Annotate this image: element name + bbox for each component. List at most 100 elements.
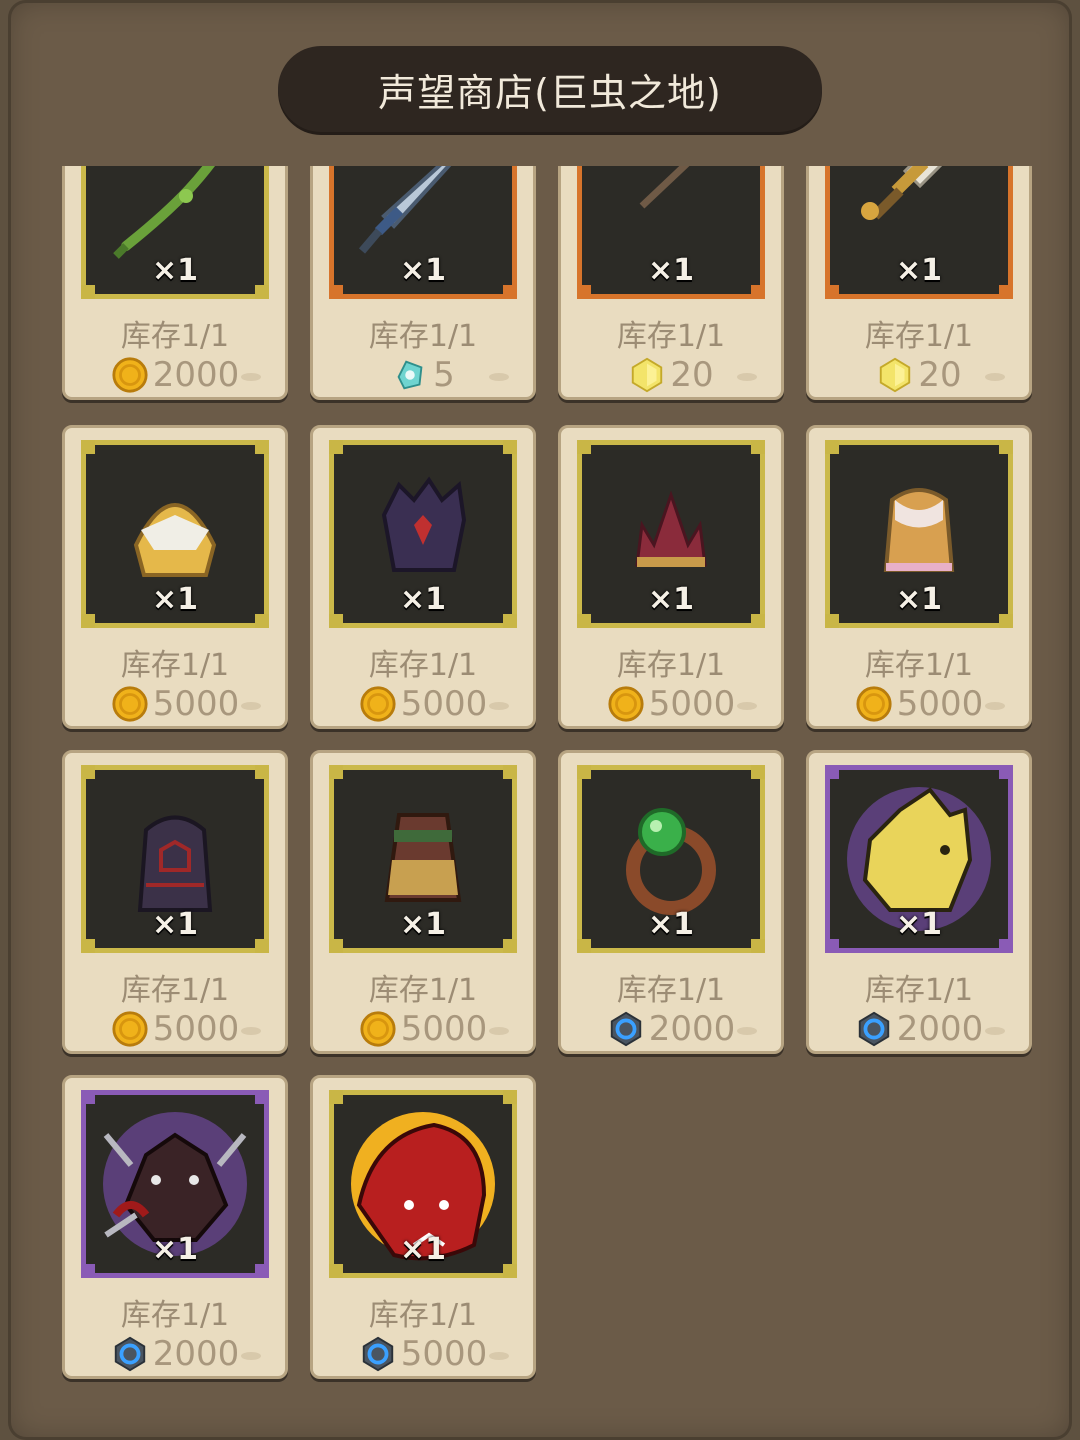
item-stock: 库存1/1 xyxy=(120,648,230,683)
card-decoration xyxy=(985,702,1005,710)
item-slot: ×1 xyxy=(577,440,765,628)
crystal-shard-icon xyxy=(391,356,429,394)
gold-coin-icon xyxy=(111,685,149,723)
shop-item-card[interactable]: ×1 库存1/1 5 xyxy=(310,166,536,400)
price-value: 2000 xyxy=(648,1009,736,1049)
item-stock: 库存1/1 xyxy=(864,319,974,354)
item-quantity: ×1 xyxy=(895,907,942,942)
price-value: 5000 xyxy=(400,1009,488,1049)
item-stock: 库存1/1 xyxy=(368,648,478,683)
price-value: 5000 xyxy=(152,684,240,724)
card-decoration xyxy=(241,1027,261,1035)
blue-rune-icon xyxy=(855,1010,893,1048)
item-stock: 库存1/1 xyxy=(616,648,726,683)
item-slot: ×1 xyxy=(81,440,269,628)
card-decoration xyxy=(737,702,757,710)
item-slot: ×1 xyxy=(825,166,1013,299)
shop-item-card[interactable]: ×1 库存1/1 2000 xyxy=(558,750,784,1054)
item-stock: 库存1/1 xyxy=(864,973,974,1008)
shop-title-banner: 声望商店(巨虫之地) xyxy=(278,46,822,132)
gold-gem-icon xyxy=(876,356,914,394)
item-quantity: ×1 xyxy=(647,253,694,288)
shop-item-card[interactable]: ×1 库存1/1 2000 xyxy=(62,1075,288,1379)
item-slot: ×1 xyxy=(577,166,765,299)
item-slot: ×1 xyxy=(81,765,269,953)
shop-title: 声望商店(巨虫之地) xyxy=(378,70,722,115)
blue-rune-icon xyxy=(111,1335,149,1373)
item-stock: 库存1/1 xyxy=(368,319,478,354)
item-slot: ×1 xyxy=(81,166,269,299)
shop-item-card[interactable]: ×1 库存1/1 5000 xyxy=(62,425,288,729)
item-quantity: ×1 xyxy=(399,582,446,617)
item-quantity: ×1 xyxy=(151,1232,198,1267)
item-quantity: ×1 xyxy=(151,582,198,617)
price-value: 2000 xyxy=(896,1009,984,1049)
card-decoration xyxy=(737,1027,757,1035)
shop-panel: 声望商店(巨虫之地) ×1 库存1/1 2000 ×1 库存1/1 5 ×1 库存1/1 20 ×… xyxy=(8,0,1072,1440)
gold-coin-icon xyxy=(359,1010,397,1048)
gold-coin-icon xyxy=(359,685,397,723)
card-decoration xyxy=(985,373,1005,381)
item-slot: ×1 xyxy=(81,1090,269,1278)
shop-item-card[interactable]: ×1 库存1/1 5000 xyxy=(310,750,536,1054)
item-slot: ×1 xyxy=(329,765,517,953)
shop-item-card[interactable]: ×1 库存1/1 5000 xyxy=(310,425,536,729)
gold-coin-icon xyxy=(111,1010,149,1048)
item-stock: 库存1/1 xyxy=(368,973,478,1008)
shop-item-card[interactable]: ×1 库存1/1 5000 xyxy=(310,1075,536,1379)
item-quantity: ×1 xyxy=(895,582,942,617)
item-slot: ×1 xyxy=(825,440,1013,628)
price-value: 2000 xyxy=(152,355,240,395)
price-value: 5000 xyxy=(648,684,736,724)
item-quantity: ×1 xyxy=(647,582,694,617)
price-value: 5000 xyxy=(152,1009,240,1049)
item-stock: 库存1/1 xyxy=(616,973,726,1008)
item-slot: ×1 xyxy=(329,440,517,628)
card-decoration xyxy=(489,702,509,710)
item-stock: 库存1/1 xyxy=(120,319,230,354)
card-decoration xyxy=(489,1027,509,1035)
item-quantity: ×1 xyxy=(647,907,694,942)
price-value: 2000 xyxy=(152,1334,240,1374)
card-decoration xyxy=(489,1352,509,1360)
item-slot: ×1 xyxy=(577,765,765,953)
item-grid[interactable]: ×1 库存1/1 2000 ×1 库存1/1 5 ×1 库存1/1 20 ×1 库存1/1 20 ×1 库… xyxy=(48,166,1048,1406)
card-decoration xyxy=(985,1027,1005,1035)
price-value: 5000 xyxy=(400,684,488,724)
blue-rune-icon xyxy=(607,1010,645,1048)
item-slot: ×1 xyxy=(329,1090,517,1278)
shop-item-card[interactable]: ×1 库存1/1 2000 xyxy=(806,750,1032,1054)
shop-item-card[interactable]: ×1 库存1/1 5000 xyxy=(806,425,1032,729)
item-quantity: ×1 xyxy=(151,253,198,288)
item-stock: 库存1/1 xyxy=(120,1298,230,1333)
card-decoration xyxy=(241,1352,261,1360)
price-value: 5 xyxy=(433,355,455,395)
shop-item-card[interactable]: ×1 库存1/1 5000 xyxy=(62,750,288,1054)
item-slot: ×1 xyxy=(329,166,517,299)
card-decoration xyxy=(241,702,261,710)
card-decoration xyxy=(737,373,757,381)
gold-coin-icon xyxy=(607,685,645,723)
item-quantity: ×1 xyxy=(399,1232,446,1267)
shop-item-card[interactable]: ×1 库存1/1 5000 xyxy=(558,425,784,729)
price-value: 20 xyxy=(670,355,714,395)
item-quantity: ×1 xyxy=(399,907,446,942)
item-stock: 库存1/1 xyxy=(864,648,974,683)
card-decoration xyxy=(489,373,509,381)
item-stock: 库存1/1 xyxy=(368,1298,478,1333)
item-stock: 库存1/1 xyxy=(616,319,726,354)
blue-rune-icon xyxy=(359,1335,397,1373)
price-value: 20 xyxy=(918,355,962,395)
price-value: 5000 xyxy=(896,684,984,724)
gold-gem-icon xyxy=(628,356,666,394)
price-value: 5000 xyxy=(400,1334,488,1374)
shop-item-card[interactable]: ×1 库存1/1 2000 xyxy=(62,166,288,400)
gold-coin-icon xyxy=(855,685,893,723)
item-quantity: ×1 xyxy=(895,253,942,288)
item-quantity: ×1 xyxy=(399,253,446,288)
shop-item-card[interactable]: ×1 库存1/1 20 xyxy=(558,166,784,400)
shop-item-card[interactable]: ×1 库存1/1 20 xyxy=(806,166,1032,400)
item-slot: ×1 xyxy=(825,765,1013,953)
item-quantity: ×1 xyxy=(151,907,198,942)
gold-coin-icon xyxy=(111,356,149,394)
